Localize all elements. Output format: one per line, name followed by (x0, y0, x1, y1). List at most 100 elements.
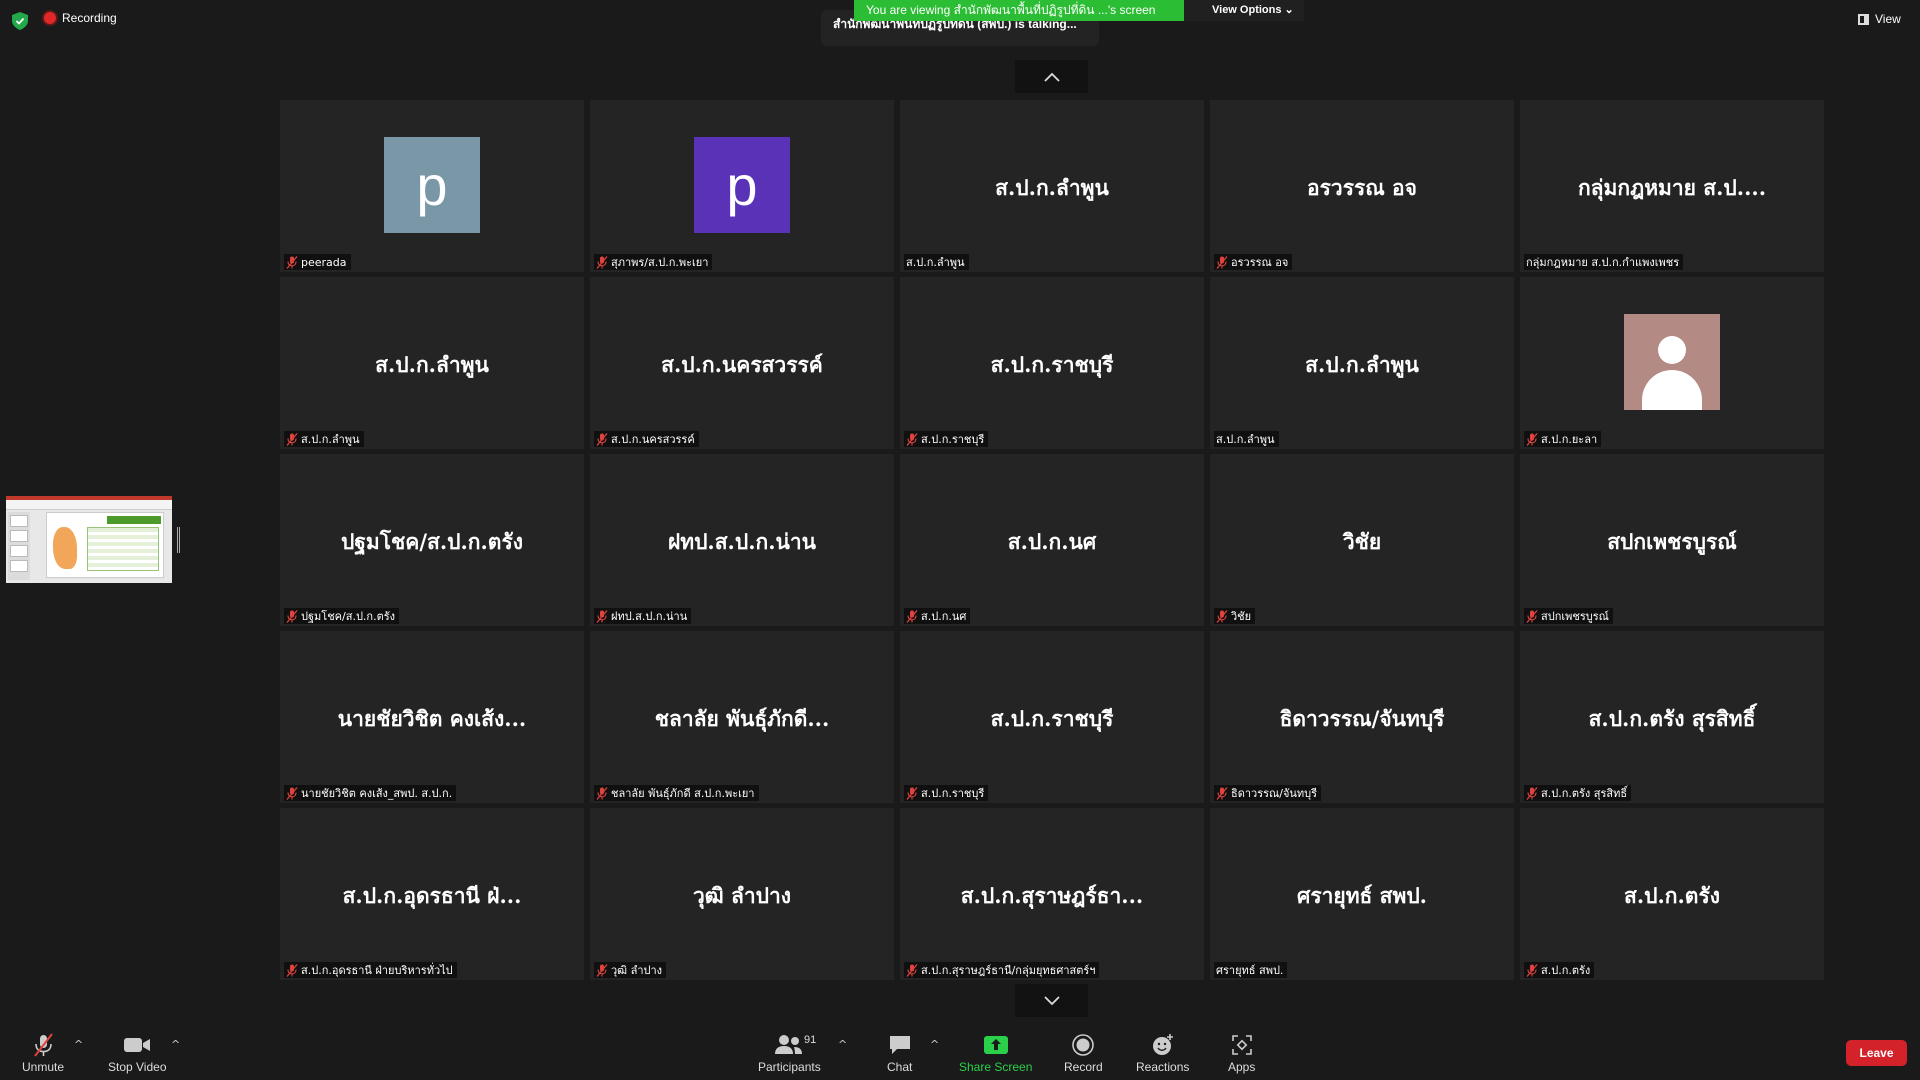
participant-display-name: ปฐมโชค/ส.ป.ก.ตรัง (341, 529, 523, 554)
participant-tile[interactable]: วิชัย วิชัย (1210, 454, 1514, 626)
previous-page-button[interactable] (1015, 60, 1088, 93)
participant-display-name: ส.ป.ก.ตรัง สุรสิทธิ์ (1588, 706, 1756, 731)
participant-display-name: ส.ป.ก.ลำพูน (995, 175, 1109, 200)
participant-tile[interactable]: ส.ป.ก.นศ ส.ป.ก.นศ (900, 454, 1204, 626)
security-shield-icon[interactable] (12, 12, 28, 30)
chat-bubble-icon (888, 1032, 912, 1058)
participant-tile[interactable]: ธิดาวรรณ/จันทบุรี ธิดาวรรณ/จันทบุรี (1210, 631, 1514, 803)
participant-tile[interactable]: ส.ป.ก.ลำพูน ส.ป.ก.ลำพูน (280, 277, 584, 449)
thumbnail-slide (46, 512, 164, 578)
participants-count: 91 (804, 1034, 817, 1046)
participant-tile[interactable]: ส.ป.ก.ราชบุรี ส.ป.ก.ราชบุรี (900, 631, 1204, 803)
participant-name-label: สุภาพร/ส.ป.ก.พะเยา (594, 254, 713, 270)
mic-muted-icon (1526, 786, 1538, 800)
participant-tile[interactable]: ศรายุทธ์ สพป. ศรายุทธ์ สพป. (1210, 808, 1514, 980)
participant-tile[interactable]: ส.ป.ก.อุดรธานี ฝ่... ส.ป.ก.อุดรธานี ฝ่ายบ… (280, 808, 584, 980)
participant-tile[interactable]: ส.ป.ก.ตรัง ส.ป.ก.ตรัง (1520, 808, 1824, 980)
participant-name-text: กลุ่มกฎหมาย ส.ป.ก.กำแพงเพชร (1526, 256, 1680, 269)
participant-display-name: วุฒิ ลำปาง (692, 883, 792, 908)
participant-name-label: กลุ่มกฎหมาย ส.ป.ก.กำแพงเพชร (1524, 254, 1684, 270)
participant-tile[interactable]: ชลาลัย พันธุ์ภักดี... ชลาลัย พันธุ์ภักดี … (590, 631, 894, 803)
next-page-button[interactable] (1015, 984, 1088, 1017)
participant-name-label: ส.ป.ก.ราชบุรี (904, 431, 989, 447)
participant-tile[interactable]: วุฒิ ลำปาง วุฒิ ลำปาง (590, 808, 894, 980)
participants-label: Participants (758, 1060, 821, 1074)
participant-name-label: ปฐมโชค/ส.ป.ก.ตรัง (284, 608, 400, 624)
chevron-down-icon: ⌄ (1284, 4, 1294, 16)
participant-display-name: วิชัย (1342, 529, 1382, 554)
chat-label: Chat (887, 1060, 913, 1074)
participant-name-text: ส.ป.ก.สุราษฎร์ธานี/กลุ่มยุทธศาสตร์ฯ (921, 964, 1096, 977)
participant-tile[interactable]: ปฐมโชค/ส.ป.ก.ตรัง ปฐมโชค/ส.ป.ก.ตรัง (280, 454, 584, 626)
participant-name-label: ส.ป.ก.ตรัง สุรสิทธิ์ (1524, 785, 1632, 801)
participant-name-text: ส.ป.ก.อุดรธานี ฝ่ายบริหารทั่วไป (301, 964, 453, 977)
participant-display-name: ส.ป.ก.ราชบุรี (990, 352, 1114, 377)
audio-options-caret-icon[interactable]: ^ (74, 1038, 83, 1051)
participants-icon (774, 1032, 804, 1058)
video-options-caret-icon[interactable]: ^ (171, 1038, 180, 1051)
participant-display-name: กลุ่มกฎหมาย ส.ป.... (1577, 175, 1767, 200)
record-label: Record (1064, 1060, 1103, 1074)
chevron-down-icon (1043, 995, 1060, 1005)
unmute-button[interactable]: Unmute (22, 1032, 64, 1074)
mic-muted-icon (286, 786, 298, 800)
mic-muted-icon (596, 609, 608, 623)
record-button[interactable]: Record (1064, 1032, 1103, 1074)
participant-tile[interactable]: กลุ่มกฎหมาย ส.ป.... กลุ่มกฎหมาย ส.ป.ก.กำแ… (1520, 100, 1824, 272)
participant-tile[interactable]: ส.ป.ก.ตรัง สุรสิทธิ์ ส.ป.ก.ตรัง สุรสิทธิ์ (1520, 631, 1824, 803)
participant-display-name: ส.ป.ก.นครสวรรค์ (661, 352, 823, 377)
chevron-up-icon (1043, 72, 1060, 82)
participant-tile[interactable]: ส.ป.ก.นครสวรรค์ ส.ป.ก.นครสวรรค์ (590, 277, 894, 449)
leave-button[interactable]: Leave (1846, 1040, 1907, 1066)
mic-muted-icon (1216, 609, 1228, 623)
participant-name-label: ส.ป.ก.นครสวรรค์ (594, 431, 699, 447)
participant-tile[interactable]: นายชัยวิชิต คงเส้ง... นายชัยวิชิต คงเส้ง_… (280, 631, 584, 803)
participant-tile[interactable]: p สุภาพร/ส.ป.ก.พะเยา (590, 100, 894, 272)
participant-display-name: ศรายุทธ์ สพป. (1297, 883, 1427, 908)
view-options-button[interactable]: View Options ⌄ (1184, 0, 1304, 21)
participant-name-text: ชลาลัย พันธุ์ภักดี ส.ป.ก.พะเยา (611, 787, 755, 800)
participant-tile[interactable]: ส.ป.ก.ยะลา (1520, 277, 1824, 449)
thumbnail-map-image (53, 527, 77, 569)
reactions-button[interactable]: Reactions (1136, 1032, 1189, 1074)
participant-tile[interactable]: อรวรรณ อจ อรวรรณ อจ (1210, 100, 1514, 272)
participant-display-name: ชลาลัย พันธุ์ภักดี... (654, 706, 830, 731)
participant-tile[interactable]: ส.ป.ก.สุราษฎร์ธา... ส.ป.ก.สุราษฎร์ธานี/กล… (900, 808, 1204, 980)
participant-tile[interactable]: ส.ป.ก.ลำพูน ส.ป.ก.ลำพูน (900, 100, 1204, 272)
view-button[interactable]: View (1858, 12, 1901, 26)
participant-name-label: วุฒิ ลำปาง (594, 962, 667, 978)
chat-button[interactable]: Chat (887, 1032, 912, 1074)
participants-options-caret-icon[interactable]: ^ (838, 1038, 847, 1051)
participant-name-text: ส.ป.ก.นศ (921, 610, 967, 623)
participant-tile[interactable]: ฝทป.ส.ป.ก.น่าน ฝทป.ส.ป.ก.น่าน (590, 454, 894, 626)
share-screen-label: Share Screen (959, 1060, 1033, 1074)
participant-display-name: สปกเพชรบูรณ์ (1607, 529, 1737, 554)
participant-display-name: อรวรรณ อจ (1307, 175, 1417, 200)
participant-name-label: นายชัยวิชิต คงเส้ง_สพป. ส.ป.ก. (284, 785, 457, 801)
participant-name-text: ส.ป.ก.ตรัง (1541, 964, 1591, 977)
participant-tile[interactable]: ส.ป.ก.ราชบุรี ส.ป.ก.ราชบุรี (900, 277, 1204, 449)
view-label: View (1875, 12, 1901, 26)
chat-options-caret-icon[interactable]: ^ (930, 1038, 939, 1051)
participant-name-label: วิชัย (1214, 608, 1256, 624)
mic-muted-icon (596, 432, 608, 446)
participant-display-name: ส.ป.ก.ลำพูน (1305, 352, 1419, 377)
reactions-label: Reactions (1136, 1060, 1190, 1074)
participant-name-text: ส.ป.ก.ลำพูน (301, 433, 360, 446)
shared-screen-thumbnail[interactable] (6, 496, 172, 583)
participant-name-label: สปกเพชรบูรณ์ (1524, 608, 1613, 624)
reactions-smiley-icon (1151, 1032, 1175, 1058)
thumbnail-resize-handle[interactable] (177, 527, 180, 553)
stop-video-button[interactable]: Stop Video (108, 1032, 167, 1074)
participant-tile[interactable]: สปกเพชรบูรณ์ สปกเพชรบูรณ์ (1520, 454, 1824, 626)
participant-name-text: สปกเพชรบูรณ์ (1541, 610, 1609, 623)
participant-name-text: ฝทป.ส.ป.ก.น่าน (611, 610, 688, 623)
apps-button[interactable]: Apps (1228, 1032, 1255, 1074)
participant-tile[interactable]: ส.ป.ก.ลำพูน ส.ป.ก.ลำพูน (1210, 277, 1514, 449)
mic-muted-icon (596, 786, 608, 800)
share-screen-button[interactable]: Share Screen (959, 1032, 1032, 1074)
participant-name-text: สุภาพร/ส.ป.ก.พะเยา (611, 256, 709, 269)
participant-tile[interactable]: p peerada (280, 100, 584, 272)
participant-avatar: p (694, 137, 790, 233)
recording-indicator[interactable]: Recording (44, 11, 117, 25)
